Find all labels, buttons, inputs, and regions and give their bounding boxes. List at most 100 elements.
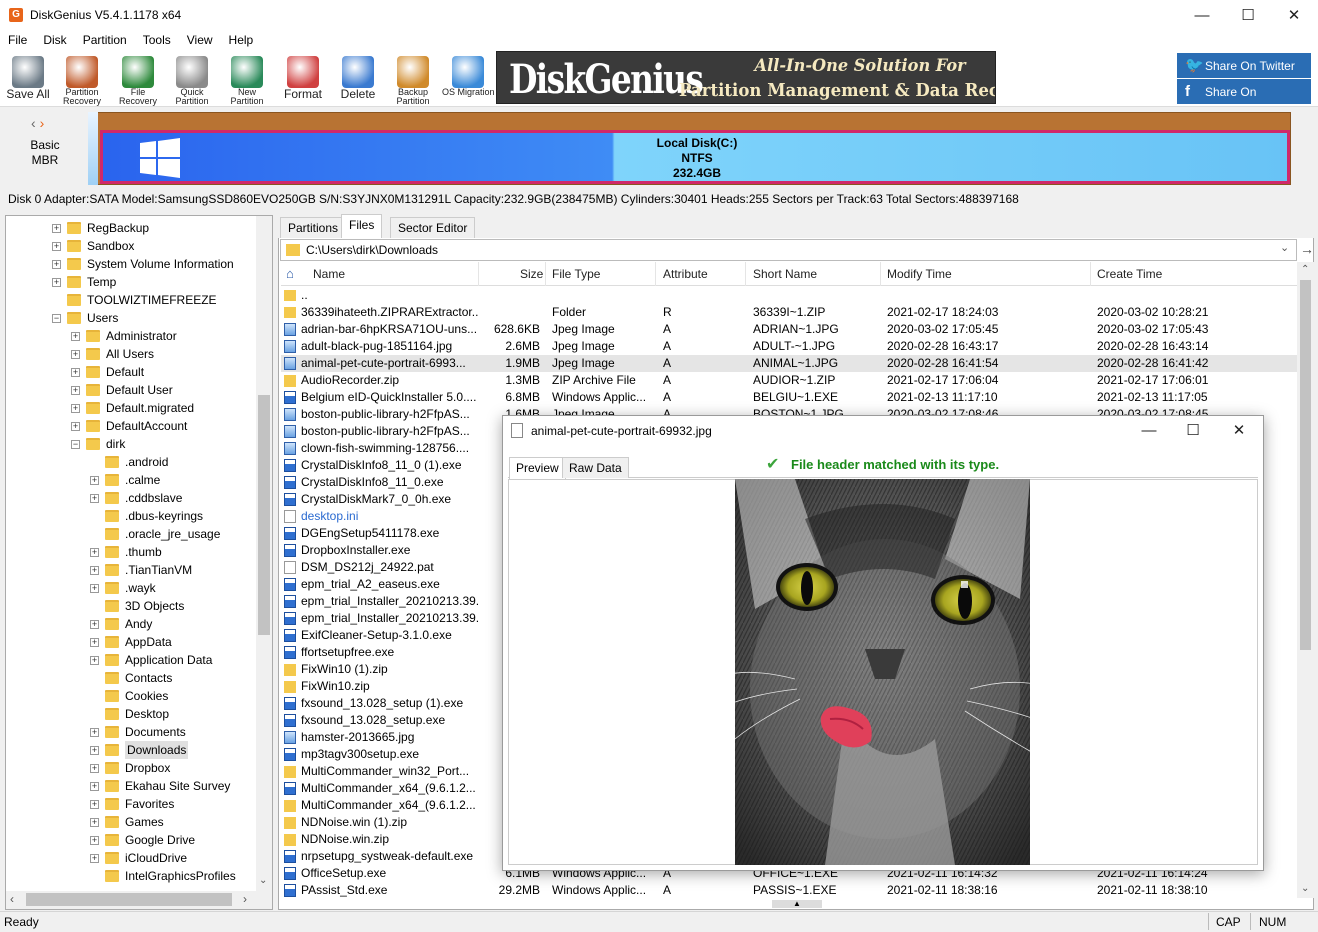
toolbar-button-file-recovery[interactable]: File Recovery [112,53,164,106]
tree-item[interactable]: + RegBackup [0,219,255,237]
expand-icon[interactable]: + [90,836,99,845]
dialog-close-button[interactable]: ✕ [1217,417,1261,445]
menu-tools[interactable]: Tools [135,31,179,47]
expand-icon[interactable]: + [52,242,61,251]
collapse-icon[interactable]: − [52,314,61,323]
toolbar-button-os-migration[interactable]: OS Migration [442,53,495,105]
go-arrow-icon[interactable]: → [1300,241,1314,257]
column-header-attribute[interactable]: Attribute [663,267,708,281]
menu-partition[interactable]: Partition [75,31,135,47]
expand-icon[interactable]: + [52,224,61,233]
expand-icon[interactable]: + [71,332,80,341]
file-row[interactable]: PAssist_Std.exe 29.2MB Windows Applic... A P… [281,882,1297,899]
file-row[interactable]: Belgium eID-QuickInstaller 5.0.... 6.8MB W… [281,389,1297,406]
tree-item[interactable]: + Default User [0,381,255,399]
column-divider[interactable] [655,262,656,286]
tree-item[interactable]: + iCloudDrive [0,849,255,867]
expand-icon[interactable]: + [90,584,99,593]
file-list-scroll-thumb[interactable] [1300,280,1311,650]
expand-icon[interactable]: + [71,422,80,431]
file-row[interactable]: AudioRecorder.zip 1.3MB ZIP Archive File A A… [281,372,1297,389]
tree-item[interactable]: + Default.migrated [0,399,255,417]
column-header-name[interactable]: Name [313,267,345,281]
toolbar-button-save[interactable]: Save All [2,53,54,105]
file-row[interactable]: adrian-bar-6hpKRSA71OU-uns... 628.6KB Jpeg… [281,321,1297,338]
column-header-file-type[interactable]: File Type [552,267,600,281]
file-row[interactable]: animal-pet-cute-portrait-6993... 1.9MB Jpe… [281,355,1297,372]
tree-item[interactable]: − Users [0,309,255,327]
expand-icon[interactable]: + [90,620,99,629]
column-divider[interactable] [880,262,881,286]
tree-item[interactable]: + Andy [0,615,255,633]
tree-item[interactable]: + Application Data [0,651,255,669]
column-divider[interactable] [478,262,479,286]
collapse-icon[interactable]: − [71,440,80,449]
tree-item[interactable]: + Google Drive [0,831,255,849]
tab-raw-data[interactable]: Raw Data [562,457,629,478]
arrow-left-icon[interactable]: ‹ [31,115,36,131]
tree-item[interactable]: + Temp [0,273,255,291]
tree-hscroll-thumb[interactable] [26,893,232,906]
tree-scroll-down-icon[interactable]: ⌄ [259,875,267,886]
menu-help[interactable]: Help [221,31,262,47]
tree-item[interactable]: + .TianTianVM [0,561,255,579]
file-row[interactable]: .. [281,287,1297,304]
tree-item[interactable]: + Sandbox [0,237,255,255]
expand-icon[interactable]: + [71,350,80,359]
tree-item[interactable]: IntelGraphicsProfiles [0,867,255,885]
toolbar-button-format[interactable]: Format [277,53,329,105]
share-facebook-button[interactable]: fShare On Facebook [1177,79,1311,124]
tab-partitions[interactable]: Partitions [280,217,347,238]
column-divider[interactable] [545,262,546,286]
column-divider[interactable] [1090,262,1091,286]
tree-item[interactable]: + .cddbslave [0,489,255,507]
menu-file[interactable]: File [0,31,35,47]
share-twitter-button[interactable]: 🐦Share On Twitter [1177,53,1311,78]
expand-icon[interactable]: + [71,386,80,395]
toolbar-button-delete[interactable]: Delete [332,53,384,105]
toolbar-button-backup[interactable]: Backup Partition [387,53,439,106]
tree-item[interactable]: + DefaultAccount [0,417,255,435]
column-header-size[interactable]: Size [520,267,543,281]
disk-nav-arrows[interactable]: ‹ › [31,115,44,131]
file-row[interactable]: adult-black-pug-1851164.jpg 2.6MB Jpeg Ima… [281,338,1297,355]
tree-item[interactable]: + .wayk [0,579,255,597]
up-folder-icon[interactable]: ⌂ [286,266,294,281]
toolbar-button-quick-partition[interactable]: Quick Partition [166,53,218,106]
tree-scroll-left-icon[interactable]: ‹ [10,892,14,906]
diskgenius-banner[interactable]: DiskGenius All-In-One Solution For Parti… [496,51,996,104]
unallocated-strip[interactable] [88,112,98,185]
tree-scroll-thumb[interactable] [258,395,270,635]
minimize-button[interactable]: — [1179,0,1225,31]
tree-scroll-right-icon[interactable]: › [243,892,247,906]
path-input[interactable]: C:\Users\dirk\Downloads [306,243,438,257]
arrow-right-icon[interactable]: › [40,115,45,131]
tree-item[interactable]: TOOLWIZTIMEFREEZE [0,291,255,309]
column-header-create-time[interactable]: Create Time [1097,267,1162,281]
dialog-minimize-button[interactable]: — [1127,417,1171,445]
expand-icon[interactable]: + [90,782,99,791]
tree-item[interactable]: + Ekahau Site Survey [0,777,255,795]
expand-icon[interactable]: + [90,476,99,485]
toolbar-button-magnifier[interactable]: Partition Recovery [56,53,108,106]
expand-icon[interactable]: + [90,548,99,557]
menu-view[interactable]: View [179,31,221,47]
expand-icon[interactable]: + [52,260,61,269]
tree-item[interactable]: + Downloads [0,741,255,759]
dialog-maximize-button[interactable]: ☐ [1171,417,1215,445]
expand-icon[interactable]: + [90,728,99,737]
expand-icon[interactable]: + [90,656,99,665]
maximize-button[interactable]: ☐ [1225,0,1271,31]
chevron-down-icon[interactable]: ⌄ [1280,241,1289,254]
expand-icon[interactable]: + [90,494,99,503]
expand-icon[interactable]: + [90,746,99,755]
tree-item[interactable]: + AppData [0,633,255,651]
tree-item[interactable]: + All Users [0,345,255,363]
expand-icon[interactable]: + [90,764,99,773]
expand-icon[interactable]: + [90,800,99,809]
tree-item[interactable]: + Default [0,363,255,381]
tab-sector-editor[interactable]: Sector Editor [390,217,476,238]
close-button[interactable]: ✕ [1271,0,1317,31]
tree-item[interactable]: .dbus-keyrings [0,507,255,525]
tree-item[interactable]: .oracle_jre_usage [0,525,255,543]
